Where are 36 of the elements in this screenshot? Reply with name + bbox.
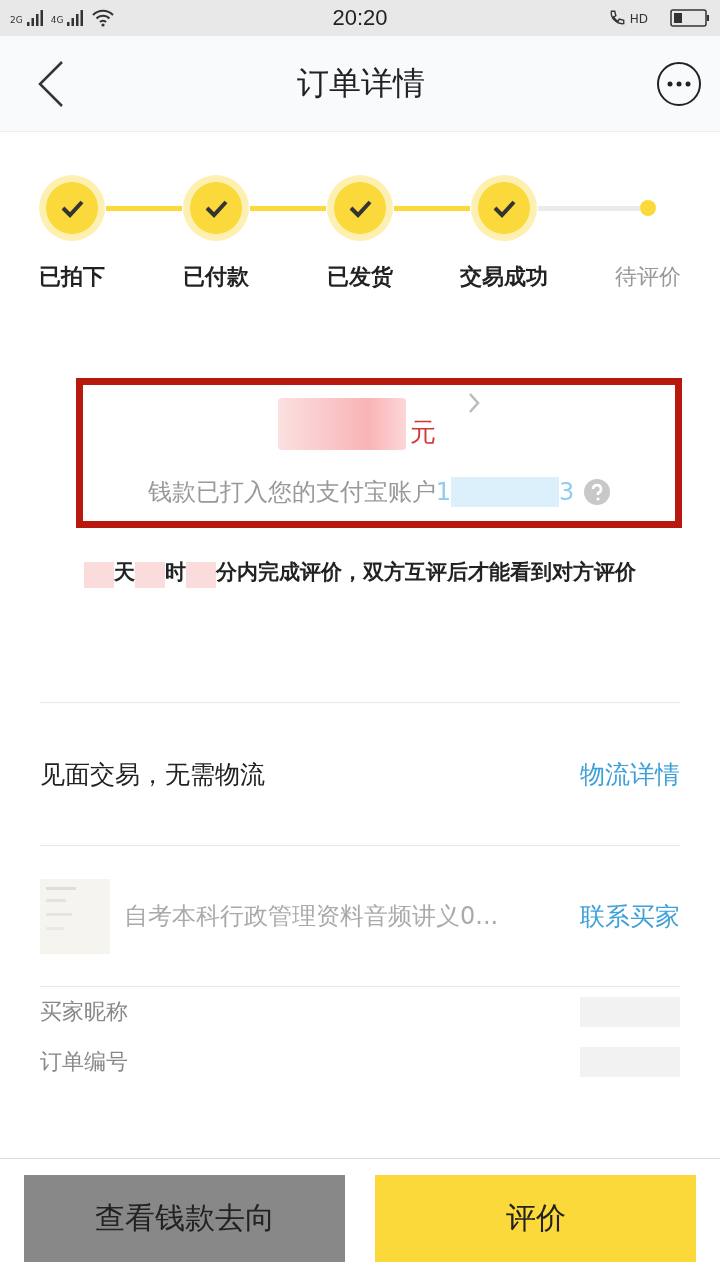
status-time: 20:20 (332, 5, 388, 31)
more-button[interactable] (656, 60, 702, 107)
countdown-unit: 天 (114, 560, 135, 584)
review-button[interactable]: 评价 (375, 1175, 696, 1262)
step-label: 待评价 (615, 263, 681, 291)
page-title: 订单详情 (297, 62, 425, 104)
step-label: 交易成功 (460, 263, 548, 291)
info-label: 订单编号 (40, 1048, 128, 1076)
contact-buyer-link[interactable]: 联系买家 (580, 899, 680, 933)
account-digit: 3 (559, 478, 575, 506)
network-label: 2G (10, 15, 23, 25)
info-label: 买家昵称 (40, 998, 128, 1026)
step-label: 已拍下 (39, 263, 105, 291)
account-digit: 1 (435, 478, 451, 506)
back-button[interactable] (36, 58, 66, 109)
money-flow-button[interactable]: 查看钱款去向 (24, 1175, 345, 1262)
highlight-frame[interactable]: 元 钱款已打入您的支付宝账户1 3 (76, 378, 682, 528)
amount-unit: 元 (410, 416, 436, 449)
countdown-unit: 时 (165, 560, 186, 584)
battery-icon (670, 8, 710, 28)
network-label: 4G (50, 15, 64, 25)
call-label: HD (629, 12, 648, 26)
signal-icon (26, 10, 43, 26)
blurred-patch (135, 561, 165, 588)
step-label: 已发货 (327, 263, 393, 291)
wifi-icon (91, 9, 116, 27)
chevron-icon (468, 392, 480, 414)
logistics-link[interactable]: 物流详情 (580, 757, 680, 791)
signal-icon (67, 10, 84, 26)
delivery-text: 见面交易，无需物流 (40, 758, 265, 791)
account-note: 钱款已打入您的支付宝账户 (147, 477, 436, 508)
countdown-text: 分内完成评价，双方互评后才能看到对方评价 (216, 560, 636, 584)
step-label: 已付款 (183, 263, 249, 291)
blurred-patch (186, 561, 216, 588)
blurred-patch (84, 561, 114, 588)
product-title: 自考本科行政管理资料音频讲义0... (124, 901, 500, 932)
